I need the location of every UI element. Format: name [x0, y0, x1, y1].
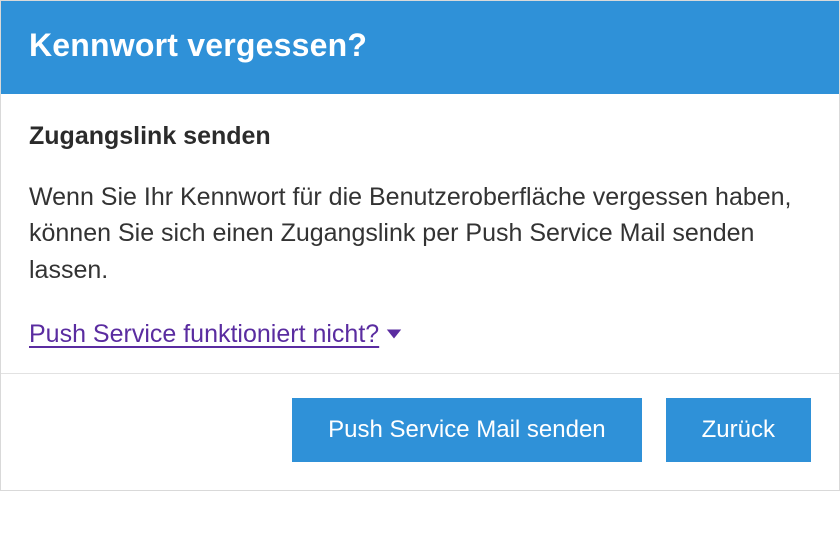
push-service-help-expander[interactable]: Push Service funktioniert nicht?: [29, 320, 403, 349]
back-button[interactable]: Zurück: [666, 398, 811, 462]
send-push-mail-button[interactable]: Push Service Mail senden: [292, 398, 641, 462]
dialog-body: Zugangslink senden Wenn Sie Ihr Kennwort…: [1, 94, 839, 373]
dialog-header: Kennwort vergessen?: [1, 1, 839, 94]
dialog-footer: Push Service Mail senden Zurück: [1, 373, 839, 490]
chevron-down-icon: [385, 327, 403, 341]
section-subtitle: Zugangslink senden: [29, 122, 811, 151]
forgot-password-dialog: Kennwort vergessen? Zugangslink senden W…: [0, 0, 840, 491]
dialog-title: Kennwort vergessen?: [29, 27, 811, 64]
section-description: Wenn Sie Ihr Kennwort für die Benutzerob…: [29, 179, 811, 288]
expander-label: Push Service funktioniert nicht?: [29, 320, 379, 349]
